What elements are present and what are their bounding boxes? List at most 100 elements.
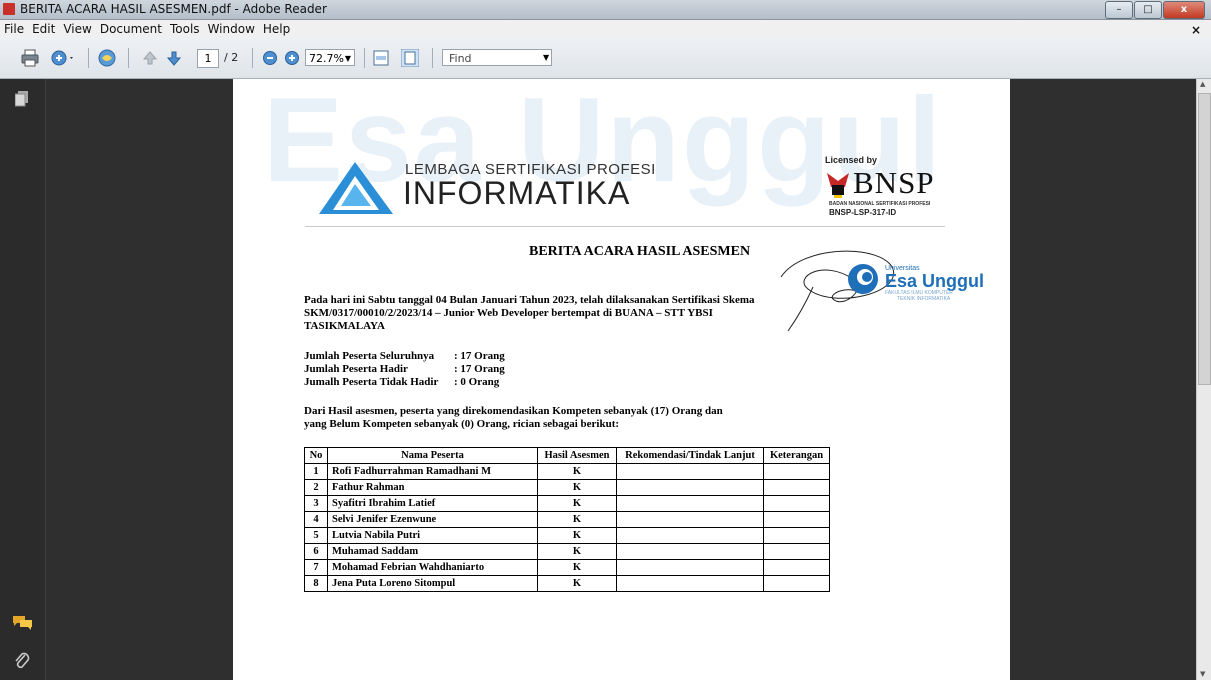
cell-no: 5 (304, 527, 328, 544)
cell-result: K (537, 543, 617, 560)
title-bar: BERITA ACARA HASIL ASESMEN.pdf - Adobe R… (0, 0, 1211, 20)
col-header-recommendation: Rekomendasi/Tindak Lanjut (616, 447, 764, 464)
header-divider (305, 226, 945, 227)
document-title: BERITA ACARA HASIL ASESMEN (529, 244, 751, 259)
cell-notes (763, 511, 830, 528)
stat-value: : 17 Orang (454, 350, 505, 362)
page-number-input[interactable]: 1 (197, 49, 219, 68)
cell-recommendation (616, 511, 764, 528)
cell-no: 8 (304, 575, 328, 592)
adobe-reader-icon (3, 3, 15, 15)
table-row: 1 Rofi Fadhurrahman Ramadhani M K (304, 463, 830, 480)
next-page-icon[interactable] (166, 49, 182, 67)
intro-paragraph: Pada hari ini Sabtu tanggal 04 Bulan Jan… (304, 294, 755, 333)
col-header-result: Hasil Asesmen (537, 447, 617, 464)
cell-no: 6 (304, 543, 328, 560)
menu-edit[interactable]: Edit (28, 20, 59, 36)
cell-result: K (537, 495, 617, 512)
vertical-scrollbar[interactable]: ▲ ▼ (1196, 79, 1211, 680)
cell-recommendation (616, 479, 764, 496)
cell-no: 1 (304, 463, 328, 480)
scroll-up-icon[interactable]: ▲ (1200, 80, 1205, 88)
previous-page-icon[interactable] (142, 49, 158, 67)
cell-result: K (537, 559, 617, 576)
table-row: 4 Selvi Jenifer Ezenwune K (304, 511, 830, 528)
cell-name: Rofi Fadhurrahman Ramadhani M (327, 463, 538, 480)
org-name-line2: INFORMATIKA (403, 175, 631, 211)
scroll-down-icon[interactable]: ▼ (1200, 670, 1205, 678)
menu-window[interactable]: Window (204, 20, 259, 36)
cell-name: Fathur Rahman (327, 479, 538, 496)
pages-icon[interactable] (15, 91, 29, 107)
cell-name: Selvi Jenifer Ezenwune (327, 511, 538, 528)
cell-notes (763, 479, 830, 496)
cell-name: Syafitri Ibrahim Latief (327, 495, 538, 512)
menu-document[interactable]: Document (96, 20, 166, 36)
fit-page-icon[interactable] (401, 49, 419, 67)
table-row: 5 Lutvia Nabila Putri K (304, 527, 830, 544)
table-header-row: No Nama Peserta Hasil Asesmen Rekomendas… (304, 447, 830, 464)
stat-value: : 0 Orang (454, 376, 500, 388)
find-options-icon[interactable]: ▼ (543, 53, 549, 62)
cell-recommendation (616, 527, 764, 544)
cell-result: K (537, 527, 617, 544)
uni-department: TEKNIK INFORMATIKA (897, 296, 951, 302)
cell-name: Muhamad Saddam (327, 543, 538, 560)
menu-view[interactable]: View (59, 20, 95, 36)
zoom-select[interactable]: 72.7% ▼ (305, 49, 355, 66)
lsp-informatika-logo-icon (319, 162, 393, 214)
table-row: 6 Muhamad Saddam K (304, 543, 830, 560)
attachment-icon[interactable] (13, 651, 31, 671)
table-row: 2 Fathur Rahman K (304, 479, 830, 496)
close-button[interactable]: x (1163, 1, 1205, 19)
cell-notes (763, 463, 830, 480)
table-row: 3 Syafitri Ibrahim Latief K (304, 495, 830, 512)
bnsp-wordmark: BNSP (853, 165, 935, 200)
pdf-page: Esa Unggul LEMBAGA SERTIFIKASI PROFESI I… (233, 79, 1010, 680)
collaborate-icon[interactable] (97, 49, 117, 67)
comments-icon[interactable] (12, 614, 34, 632)
cell-name: Jena Puta Loreno Sitompul (327, 575, 538, 592)
print-icon[interactable] (21, 49, 39, 67)
stat-row: Jumlah Peserta Hadir : 17 Orang (304, 363, 505, 376)
chevron-down-icon: ▼ (344, 54, 351, 63)
summary-line-2: yang Belum Kompeten sebanyak (0) Orang, … (304, 418, 620, 430)
esa-unggul-logo-text: Universitas Esa Unggul FAKULTAS ILMU KOM… (885, 265, 984, 302)
zoom-out-icon[interactable] (262, 49, 278, 67)
cell-recommendation (616, 495, 764, 512)
summary-line-1: Dari Hasil asesmen, peserta yang direkom… (304, 405, 723, 417)
cell-recommendation (616, 543, 764, 560)
col-header-notes: Keterangan (763, 447, 830, 464)
intro-line-1: Pada hari ini Sabtu tanggal 04 Bulan Jan… (304, 294, 755, 306)
menu-help[interactable]: Help (259, 20, 294, 36)
uni-name: Esa Unggul (885, 271, 985, 291)
find-input[interactable]: Find (442, 49, 552, 66)
cell-no: 4 (304, 511, 328, 528)
stat-label: Jumlah Peserta Hadir (304, 363, 408, 375)
share-icon[interactable] (51, 49, 75, 67)
toolbar: 1 / 2 72.7% ▼ Find ▼ (0, 38, 1211, 79)
cell-notes (763, 527, 830, 544)
cell-notes (763, 543, 830, 560)
menu-file[interactable]: File (0, 20, 28, 36)
cell-result: K (537, 479, 617, 496)
zoom-in-icon[interactable] (284, 49, 300, 67)
esa-unggul-logo-icon (848, 264, 878, 294)
summary-paragraph: Dari Hasil asesmen, peserta yang direkom… (304, 405, 723, 431)
licensed-by-label: Licensed by (825, 155, 878, 165)
stat-row: Jumalh Peserta Tidak Hadir: 0 Orang (304, 376, 505, 389)
minimize-button[interactable]: – (1105, 1, 1133, 19)
cell-no: 2 (304, 479, 328, 496)
scrollbar-thumb[interactable] (1198, 93, 1211, 385)
col-header-name: Nama Peserta (327, 447, 538, 464)
menu-tools[interactable]: Tools (166, 20, 204, 36)
cell-no: 3 (304, 495, 328, 512)
table-row: 7 Mohamad Febrian Wahdhaniarto K (304, 559, 830, 576)
window-title: BERITA ACARA HASIL ASESMEN.pdf - Adobe R… (20, 2, 327, 16)
fit-width-icon[interactable] (373, 49, 389, 67)
maximize-button[interactable]: □ (1134, 1, 1162, 19)
col-header-no: No (304, 447, 328, 464)
stat-value: : 17 Orang (454, 363, 505, 375)
close-document-button[interactable]: × (1187, 21, 1205, 37)
page-total: / 2 (224, 51, 239, 64)
